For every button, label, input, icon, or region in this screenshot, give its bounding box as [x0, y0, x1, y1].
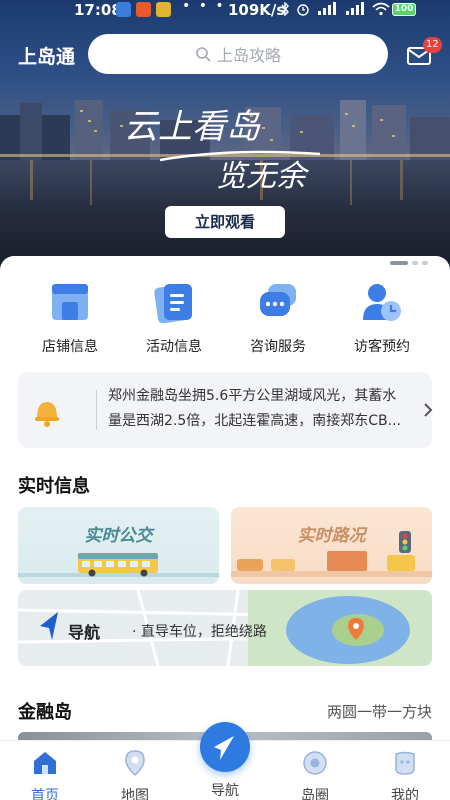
app-brand: 上岛通 — [18, 46, 76, 68]
more-notifications-icon: • • • — [182, 0, 226, 14]
status-bar: 17:08 • • • 109K/s 100 — [0, 0, 450, 20]
realtime-road-card[interactable]: 实时路况 — [231, 507, 432, 584]
app-notification-icon — [116, 2, 131, 17]
island-circle-icon — [303, 751, 327, 775]
tab-label: 导航 — [211, 783, 239, 799]
navigate-arrow-icon — [214, 736, 234, 760]
bell-icon — [35, 402, 59, 427]
tab-navigate-button[interactable] — [200, 722, 250, 772]
visitor-clock-icon — [363, 284, 401, 321]
quick-actions: 店铺信息 活动信息 咨询服务 访客预约 — [0, 280, 450, 356]
section-title-realtime: 实时信息 — [18, 476, 90, 497]
home-icon — [34, 752, 56, 774]
battery-icon: 100 — [392, 3, 416, 16]
notification-app-icons — [116, 2, 171, 17]
tab-mine[interactable]: 我的 — [360, 741, 450, 800]
tab-label: 岛圈 — [301, 788, 329, 800]
search-placeholder: 上岛攻略 — [216, 46, 281, 65]
realtime-bus-card[interactable]: 实时公交 — [18, 507, 219, 584]
signal-icon — [318, 2, 336, 15]
banner-pager — [390, 261, 428, 265]
system-icons — [280, 2, 390, 16]
wifi-icon — [372, 2, 390, 16]
bus-illustration — [18, 553, 219, 577]
quick-action-consult[interactable]: 咨询服务 — [226, 280, 330, 356]
calligraphy-line1: 云上看岛 — [124, 107, 261, 147]
profile-icon — [395, 751, 415, 775]
signal-icon — [346, 2, 364, 15]
chevron-right-icon[interactable] — [422, 402, 434, 418]
quick-action-label: 活动信息 — [146, 339, 202, 355]
app-notification-icon — [136, 2, 151, 17]
banner-calligraphy: 云上看岛 览无余 — [124, 107, 321, 194]
quick-action-label: 咨询服务 — [250, 339, 306, 355]
tab-home[interactable]: 首页 — [0, 741, 90, 800]
alarm-icon — [297, 4, 309, 16]
chat-icon — [260, 284, 296, 316]
pager-dot — [422, 261, 428, 265]
quick-action-label: 店铺信息 — [42, 339, 98, 355]
pager-dot-active — [390, 261, 408, 265]
tab-label: 我的 — [391, 788, 419, 800]
quick-action-shop[interactable]: 店铺信息 — [18, 280, 122, 356]
status-time: 17:08 — [74, 1, 122, 19]
navigation-map-card[interactable]: 导航 · 直导车位，拒绝绕路 — [18, 590, 432, 666]
section-title-island: 金融岛 — [18, 702, 72, 723]
quick-action-label: 访客预约 — [354, 339, 410, 355]
tab-label: 地图 — [121, 788, 149, 800]
app-notification-icon — [156, 2, 171, 17]
search-bar[interactable]: 上岛攻略 — [88, 34, 388, 74]
quick-action-visitor[interactable]: 访客预约 — [330, 280, 434, 356]
search-icon — [196, 47, 211, 62]
nav-subtitle: · 直导车位，拒绝绕路 — [132, 624, 267, 640]
tab-circle[interactable]: 岛圈 — [270, 741, 360, 800]
shop-icon — [52, 284, 88, 320]
calligraphy-line2: 览无余 — [216, 159, 310, 194]
pager-dot — [412, 261, 418, 265]
watch-now-button[interactable]: 立即观看 — [165, 206, 285, 238]
mail-badge: 12 — [423, 37, 442, 53]
bluetooth-icon — [281, 2, 289, 16]
traffic-illustration — [231, 531, 432, 577]
map-pin-icon — [125, 750, 145, 777]
section-subtitle-island[interactable]: 两圆一带一方块 — [327, 701, 432, 722]
nav-label: 导航 — [68, 623, 101, 642]
notice-bar[interactable]: 郑州金融岛坐拥5.6平方公里湖域风光，其蓄水量是西湖2.5倍，北起连霍高速，南接… — [18, 372, 434, 448]
notice-divider — [96, 390, 97, 430]
event-list-icon — [154, 284, 192, 324]
network-speed: 109K/s — [228, 1, 286, 19]
notice-text: 郑州金融岛坐拥5.6平方公里湖域风光，其蓄水量是西湖2.5倍，北起连霍高速，南接… — [108, 388, 401, 429]
tab-map[interactable]: 地图 — [90, 741, 180, 800]
quick-action-event[interactable]: 活动信息 — [122, 280, 226, 356]
tab-label: 首页 — [31, 788, 59, 800]
